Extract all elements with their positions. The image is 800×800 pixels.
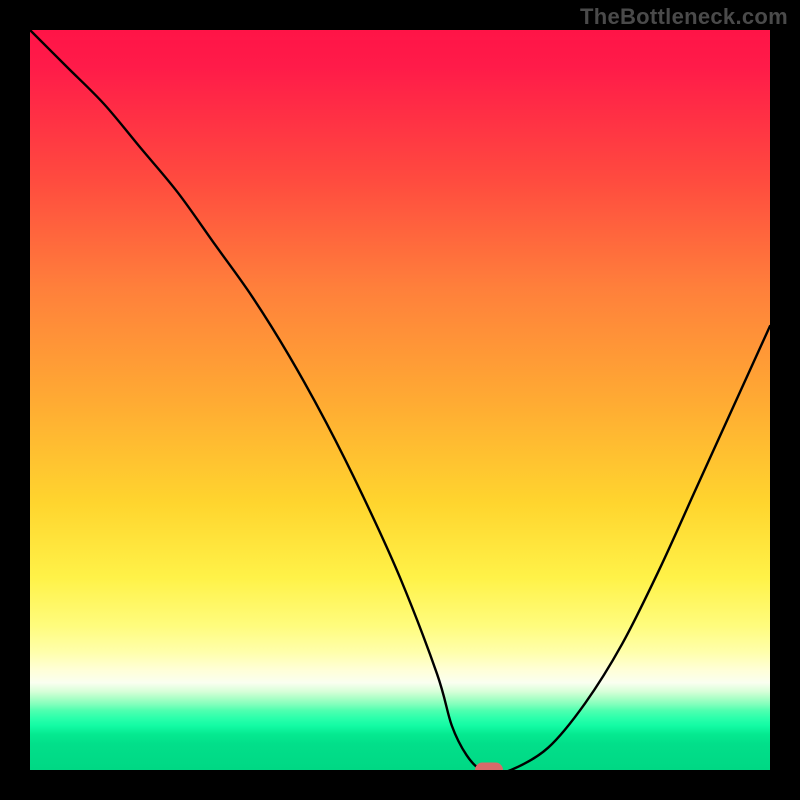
curve-path: [30, 30, 770, 770]
chart-frame: TheBottleneck.com: [0, 0, 800, 800]
watermark-text: TheBottleneck.com: [580, 4, 788, 30]
optimal-marker: [475, 763, 503, 771]
bottleneck-curve: [30, 30, 770, 770]
plot-area: [30, 30, 770, 770]
